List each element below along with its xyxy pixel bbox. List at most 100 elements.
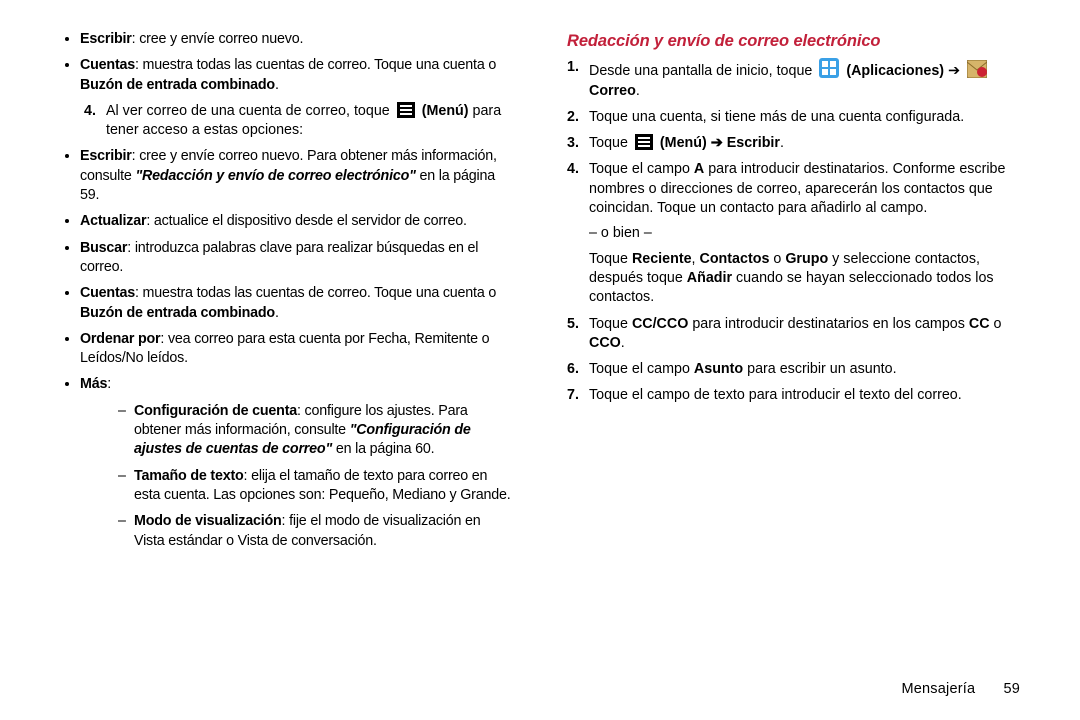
column-left: Escribir: cree y envíe correo nuevo. Cue… xyxy=(60,30,513,672)
menu-icon xyxy=(635,134,653,150)
text: . xyxy=(275,305,279,321)
reference: "Redacción y envío de correo electrónico… xyxy=(135,168,415,184)
list-item: Escribir: cree y envíe correo nuevo. Par… xyxy=(80,147,513,205)
label: Ordenar por xyxy=(80,331,160,347)
label: CC xyxy=(969,316,990,332)
text: o xyxy=(769,251,785,267)
or-divider: – o bien – xyxy=(589,224,1020,243)
label: Buzón de entrada combinado xyxy=(80,305,275,321)
label: (Menú) xyxy=(422,103,469,119)
list-item: Más: xyxy=(80,375,513,394)
text: . xyxy=(780,135,784,151)
list-marker: 2. xyxy=(567,108,589,127)
text: Toque el campo xyxy=(589,161,694,177)
list-item: 2. Toque una cuenta, si tiene más de una… xyxy=(567,108,1020,127)
list-item: – Tamaño de texto: elija el tamaño de te… xyxy=(118,467,513,506)
text: : xyxy=(107,376,111,392)
footer: Mensajería 59 xyxy=(60,672,1020,700)
text: Toque el campo xyxy=(589,361,694,377)
column-right: Redacción y envío de correo electrónico … xyxy=(567,30,1020,672)
text: Desde una pantalla de inicio, toque (Apl… xyxy=(589,58,1020,101)
list-item: 3. Toque (Menú) ➔ Escribir. xyxy=(567,134,1020,153)
label: Cuentas xyxy=(80,57,135,73)
list-marker: 1. xyxy=(567,58,589,101)
list-ordered: 4. Al ver correo de una cuenta de correo… xyxy=(60,102,513,141)
page: Escribir: cree y envíe correo nuevo. Cue… xyxy=(0,0,1080,720)
text: Toque el campo Asunto para escribir un a… xyxy=(589,360,1020,379)
text: . xyxy=(275,77,279,93)
text: Toque el campo A para introducir destina… xyxy=(589,160,1020,307)
text: : introduzca palabras clave para realiza… xyxy=(80,240,478,275)
columns: Escribir: cree y envíe correo nuevo. Cue… xyxy=(60,30,1020,672)
text: Toque xyxy=(589,135,632,151)
correo-icon xyxy=(967,60,987,78)
label: Escribir xyxy=(80,148,132,164)
list-item: Ordenar por: vea correo para esta cuenta… xyxy=(80,330,513,369)
text: Toque una cuenta, si tiene más de una cu… xyxy=(589,109,964,125)
list-item: 4. Al ver correo de una cuenta de correo… xyxy=(84,102,513,141)
text: Toque el campo de texto para introducir … xyxy=(589,387,962,403)
label: (Aplicaciones) xyxy=(846,63,944,79)
label: CC/CCO xyxy=(632,316,688,332)
text: . xyxy=(621,335,625,351)
text: o xyxy=(990,316,1002,332)
list-marker: 4. xyxy=(567,160,589,307)
list-item: – Modo de visualización: fije el modo de… xyxy=(118,512,513,551)
text: , xyxy=(692,251,700,267)
text: Toque el campo de texto para introducir … xyxy=(589,386,1020,405)
list-item: 7. Toque el campo de texto para introduc… xyxy=(567,386,1020,405)
list-item: 1. Desde una pantalla de inicio, toque (… xyxy=(567,58,1020,101)
label: Tamaño de texto xyxy=(134,468,244,484)
list-ordered: 1. Desde una pantalla de inicio, toque (… xyxy=(567,58,1020,405)
list-dash: – Configuración de cuenta: configure los… xyxy=(60,402,513,551)
label: (Menú) xyxy=(660,135,707,151)
list-marker: – xyxy=(118,467,134,506)
text: : muestra todas las cuentas de correo. T… xyxy=(135,285,496,301)
label: Configuración de cuenta xyxy=(134,403,297,419)
list-item: 4. Toque el campo A para introducir dest… xyxy=(567,160,1020,307)
text: Toque xyxy=(589,316,632,332)
text: Toque una cuenta, si tiene más de una cu… xyxy=(589,108,1020,127)
label: Asunto xyxy=(694,361,743,377)
label: Más xyxy=(80,376,107,392)
menu-icon xyxy=(397,102,415,118)
list-marker: 5. xyxy=(567,315,589,354)
text: Desde una pantalla de inicio, toque xyxy=(589,63,816,79)
section-title: Redacción y envío de correo electrónico xyxy=(567,30,1020,52)
text: : muestra todas las cuentas de correo. T… xyxy=(135,57,496,73)
text: para escribir un asunto. xyxy=(743,361,896,377)
list-item: Cuentas: muestra todas las cuentas de co… xyxy=(80,56,513,95)
list-marker: – xyxy=(118,402,134,460)
page-number: 59 xyxy=(1003,680,1020,700)
text: : actualice el dispositivo desde el serv… xyxy=(146,213,466,229)
list-item: Buscar: introduzca palabras clave para r… xyxy=(80,239,513,278)
text: para introducir destinatarios en los cam… xyxy=(688,316,969,332)
list-item: Actualizar: actualice el dispositivo des… xyxy=(80,212,513,231)
text: Al ver correo de una cuenta de correo, t… xyxy=(106,102,513,141)
label: Buzón de entrada combinado xyxy=(80,77,275,93)
label: Cuentas xyxy=(80,285,135,301)
label: Contactos xyxy=(700,251,770,267)
text: en la página 60. xyxy=(332,441,434,457)
footer-section: Mensajería xyxy=(902,681,976,697)
list-marker: 4. xyxy=(84,102,106,141)
text: ➔ xyxy=(944,63,964,79)
label: Reciente xyxy=(632,251,692,267)
label: Actualizar xyxy=(80,213,146,229)
list-sub: Escribir: cree y envíe correo nuevo. Cue… xyxy=(60,30,513,95)
text: . xyxy=(636,83,640,99)
list-item: 5. Toque CC/CCO para introducir destinat… xyxy=(567,315,1020,354)
text: Modo de visualización: fije el modo de v… xyxy=(134,512,513,551)
list-marker: 7. xyxy=(567,386,589,405)
list-marker: 3. xyxy=(567,134,589,153)
text: Toque CC/CCO para introducir destinatari… xyxy=(589,315,1020,354)
list-marker: – xyxy=(118,512,134,551)
list-item: 6. Toque el campo Asunto para escribir u… xyxy=(567,360,1020,379)
list-item: Escribir: cree y envíe correo nuevo. xyxy=(80,30,513,49)
label: Añadir xyxy=(687,270,732,286)
text: Toque (Menú) ➔ Escribir. xyxy=(589,134,1020,153)
label: Escribir xyxy=(80,31,132,47)
label: Modo de visualización xyxy=(134,513,282,529)
text: ➔ xyxy=(707,135,727,151)
list-item: Cuentas: muestra todas las cuentas de co… xyxy=(80,284,513,323)
